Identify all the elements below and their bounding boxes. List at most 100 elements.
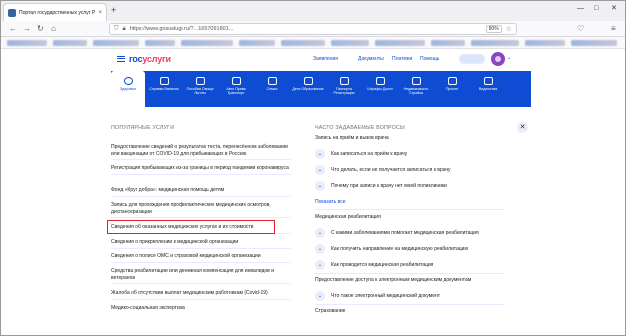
category-label: Прочее bbox=[445, 87, 459, 91]
faq-question-text: Почему при записи к врачу нет моей полик… bbox=[331, 183, 447, 189]
service-link[interactable]: Средства реабилитации или денежная компе… bbox=[111, 268, 291, 285]
maximize-button[interactable]: □ bbox=[594, 4, 598, 14]
category-label: Дети Образование bbox=[292, 87, 324, 91]
new-tab-button[interactable]: + bbox=[111, 5, 116, 15]
category-fines[interactable]: Штрафы Долги bbox=[363, 71, 397, 107]
faq-group-title: Предоставление доступа к электронным мед… bbox=[315, 277, 472, 283]
service-link[interactable]: Медико-социальная экспертиза bbox=[111, 305, 291, 314]
browser-window: Портал государственных услуг Р... × + — … bbox=[0, 0, 626, 336]
avatar[interactable] bbox=[491, 52, 505, 66]
category-auto[interactable]: Авто Права Транспорт bbox=[219, 71, 253, 107]
faq-question-text: Что такое электронный медицинский докуме… bbox=[331, 293, 441, 299]
bookmark-item[interactable] bbox=[7, 40, 47, 46]
category-agencies[interactable]: Ведомства bbox=[471, 71, 505, 107]
bookmark-item[interactable] bbox=[431, 40, 465, 46]
passport-icon bbox=[339, 77, 349, 85]
faq-question[interactable]: ⌄ С какими заболеваниями помогает медици… bbox=[315, 228, 479, 238]
category-band: Здоровье Справки Выписки Пособия Овощи Л… bbox=[111, 71, 531, 107]
category-passports[interactable]: Паспорта Регистрация bbox=[327, 71, 361, 107]
header-link-applications[interactable]: Заявления bbox=[313, 56, 338, 62]
faq-question[interactable]: ⌄ Почему при записи к врачу нет моей пол… bbox=[315, 181, 447, 191]
user-name-pill[interactable] bbox=[459, 54, 485, 64]
close-tab-icon[interactable]: × bbox=[98, 10, 102, 16]
bookmark-item[interactable] bbox=[53, 40, 87, 46]
shield-icon[interactable]: ⛉ bbox=[114, 26, 119, 33]
service-link[interactable]: Сведения о прикреплении к медицинской ор… bbox=[111, 239, 291, 249]
zoom-level[interactable]: 80% bbox=[485, 25, 502, 33]
faq-question-text: С какими заболеваниями помогает медицинс… bbox=[331, 230, 479, 236]
tab-title: Портал государственных услуг Р... bbox=[19, 9, 96, 16]
service-link[interactable]: Жалоба об отсутствии выплат медицинским … bbox=[111, 290, 291, 300]
header-link-payments[interactable]: Платежи bbox=[392, 56, 412, 62]
faq-title: ЧАСТО ЗАДАВАЕМЫЕ ВОПРОСЫ bbox=[315, 125, 405, 131]
bookmark-item[interactable] bbox=[181, 40, 233, 46]
back-button[interactable]: ← bbox=[9, 24, 17, 34]
forward-button[interactable]: → bbox=[23, 24, 31, 34]
service-link[interactable]: Фонд «Круг добра»: медицинская помощь де… bbox=[111, 187, 291, 197]
fine-icon bbox=[375, 77, 385, 85]
category-benefits[interactable]: Пособия Овощи Льготы bbox=[183, 71, 217, 107]
category-family[interactable]: Семья bbox=[255, 71, 289, 107]
service-link[interactable]: Сведения о полисе ОМС и страховой медици… bbox=[111, 253, 291, 263]
faq-question[interactable]: ⌄ Как записаться на приём к врачу bbox=[315, 149, 407, 159]
bookmark-item[interactable] bbox=[281, 40, 325, 46]
family-icon bbox=[267, 77, 277, 85]
category-certificates[interactable]: Справки Выписки bbox=[147, 71, 181, 107]
bookmark-item[interactable] bbox=[471, 40, 519, 46]
lock-icon[interactable]: 🔒︎ bbox=[123, 26, 126, 33]
gosuslugi-logo[interactable]: госуслуги bbox=[129, 54, 171, 64]
header-link-documents[interactable]: Документы bbox=[358, 56, 384, 62]
bookmark-item[interactable] bbox=[525, 40, 565, 46]
chevron-down-icon[interactable]: ⌄ bbox=[507, 55, 511, 61]
address-bar[interactable]: ⛉ 🔒︎ https://www.gosuslugi.ru/?...165709… bbox=[109, 23, 517, 35]
service-link[interactable]: Запись для прохождения профилактических … bbox=[111, 202, 291, 219]
bookmark-item[interactable] bbox=[331, 40, 369, 46]
house-icon bbox=[411, 77, 421, 85]
document-icon bbox=[159, 77, 169, 85]
header-link-help[interactable]: Помощь bbox=[420, 56, 439, 62]
category-realty[interactable]: Недвижимость Стройка bbox=[399, 71, 433, 107]
category-label: Ведомства bbox=[478, 87, 498, 91]
faq-question[interactable]: ⌄ Как проводится медицинская реабилитаци… bbox=[315, 260, 433, 270]
category-other[interactable]: Прочее bbox=[435, 71, 469, 107]
grid-icon bbox=[447, 77, 457, 85]
show-all-link[interactable]: Показать все bbox=[315, 199, 346, 205]
gosuslugi-favicon-icon bbox=[8, 8, 16, 17]
reload-button[interactable]: ↻ bbox=[37, 24, 44, 34]
close-window-button[interactable]: ✕ bbox=[611, 4, 617, 14]
category-health[interactable]: Здоровье bbox=[111, 71, 145, 107]
faq-question-text: Как проводится медицинская реабилитация bbox=[331, 262, 434, 268]
minimize-button[interactable]: — bbox=[577, 4, 584, 14]
faq-group-title: Запись на приём и вызов врача bbox=[315, 135, 389, 141]
pocket-icon[interactable]: ♡ bbox=[577, 24, 584, 34]
faq-question[interactable]: ⌄ Что такое электронный медицинский доку… bbox=[315, 291, 440, 301]
faq-question[interactable]: ⌄ Как получить направление на медицинску… bbox=[315, 244, 468, 254]
home-button[interactable]: ⌂ bbox=[51, 24, 56, 34]
logo-part-gos: гос bbox=[129, 54, 143, 64]
divider bbox=[315, 304, 505, 305]
service-link[interactable]: Предоставление сведений о результатах те… bbox=[111, 144, 291, 161]
category-label: Штрафы Долги bbox=[367, 87, 393, 91]
browser-tab[interactable]: Портал государственных услуг Р... × bbox=[3, 3, 107, 21]
service-link[interactable]: Регистрация прибывающих из-за границы в … bbox=[111, 165, 291, 175]
bookmark-item[interactable] bbox=[571, 40, 617, 46]
url-text[interactable]: https://www.gosuslugi.ru/?...1657091801.… bbox=[130, 26, 482, 32]
category-children[interactable]: Дети Образование bbox=[291, 71, 325, 107]
faq-question-text: Как записаться на приём к врачу bbox=[331, 151, 408, 157]
bookmark-item[interactable] bbox=[145, 40, 175, 46]
faq-group-title: Страхование bbox=[315, 308, 346, 314]
tab-strip: Портал государственных услуг Р... × + — … bbox=[1, 1, 625, 21]
faq-question[interactable]: ⌄ Что делать, если не получается записат… bbox=[315, 165, 451, 175]
bookmark-star-icon[interactable]: ☆ bbox=[506, 25, 512, 33]
browser-menu-icon[interactable]: ≡ bbox=[611, 24, 616, 34]
bookmark-item[interactable] bbox=[239, 40, 275, 46]
bookmark-item[interactable] bbox=[93, 40, 139, 46]
hamburger-menu-icon[interactable] bbox=[117, 56, 125, 62]
site-header: госуслуги Заявления Документы Платежи По… bbox=[1, 49, 625, 71]
bookmark-item[interactable] bbox=[375, 40, 425, 46]
highlight-box bbox=[107, 220, 275, 234]
chevron-down-icon: ⌄ bbox=[315, 244, 325, 254]
navigation-bar: ← → ↻ ⌂ ⛉ 🔒︎ https://www.gosuslugi.ru/?.… bbox=[1, 21, 625, 37]
wallet-icon bbox=[195, 77, 205, 85]
close-icon[interactable]: ✕ bbox=[517, 122, 528, 133]
